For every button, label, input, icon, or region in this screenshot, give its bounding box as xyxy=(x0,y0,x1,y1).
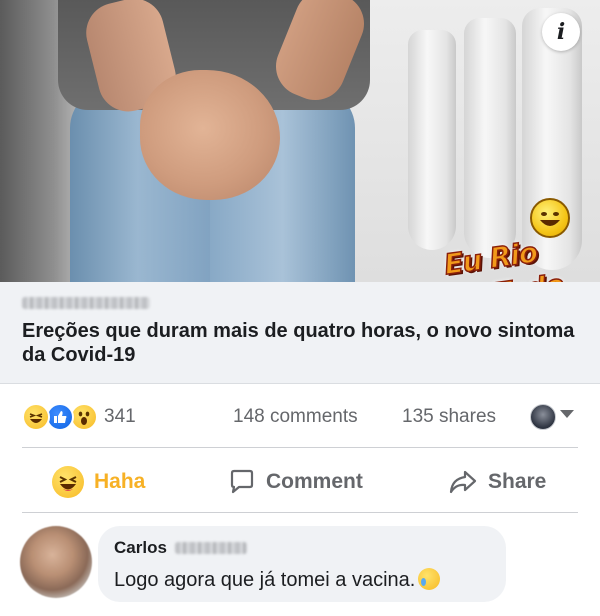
comment-text-body: Logo agora que já tomei a vacina. xyxy=(114,569,416,591)
link-preview[interactable]: Ereções que duram mais de quatro horas, … xyxy=(0,282,600,384)
comment-icon xyxy=(228,468,256,496)
reaction-count[interactable]: 341 xyxy=(104,406,136,428)
comment-author-name[interactable]: Carlos xyxy=(114,538,167,558)
comment-bubble: Carlos Logo agora que já tomei a vacina. xyxy=(98,526,506,602)
shares-count[interactable]: 135 shares xyxy=(402,406,496,428)
smiley-icon xyxy=(530,198,570,238)
divider xyxy=(22,447,578,448)
comments-count[interactable]: 148 comments xyxy=(233,406,358,428)
comment-label: Comment xyxy=(266,470,363,493)
haha-icon xyxy=(52,466,84,498)
comment-author[interactable]: Carlos xyxy=(114,538,247,558)
link-domain xyxy=(22,294,162,312)
reactions-summary: 341 148 comments 135 shares xyxy=(0,398,600,438)
like-icon xyxy=(46,403,74,431)
reaction-icons[interactable] xyxy=(22,403,100,431)
action-bar: Haha Comment Share xyxy=(0,455,600,509)
share-label: Share xyxy=(488,470,547,493)
info-icon: i xyxy=(556,19,566,45)
share-button[interactable]: Share xyxy=(448,465,546,499)
link-title[interactable]: Ereções que duram mais de quatro horas, … xyxy=(22,319,582,367)
chevron-down-icon[interactable] xyxy=(560,410,574,418)
hands xyxy=(140,70,280,200)
divider xyxy=(22,512,578,513)
avatar[interactable] xyxy=(20,526,92,598)
comment-button[interactable]: Comment xyxy=(228,465,363,499)
obscured-domain xyxy=(22,297,150,309)
viewer-avatar[interactable] xyxy=(530,404,556,430)
crying-emoji-icon xyxy=(418,568,441,590)
share-icon xyxy=(448,468,478,496)
haha-label: Haha xyxy=(94,470,146,493)
comment-text: Logo agora que já tomei a vacina. xyxy=(114,568,441,592)
haha-icon xyxy=(22,403,50,431)
haha-button[interactable]: Haha xyxy=(52,465,145,499)
obscured-surname xyxy=(174,542,247,554)
wow-icon xyxy=(70,403,98,431)
info-button[interactable]: i xyxy=(542,13,580,51)
